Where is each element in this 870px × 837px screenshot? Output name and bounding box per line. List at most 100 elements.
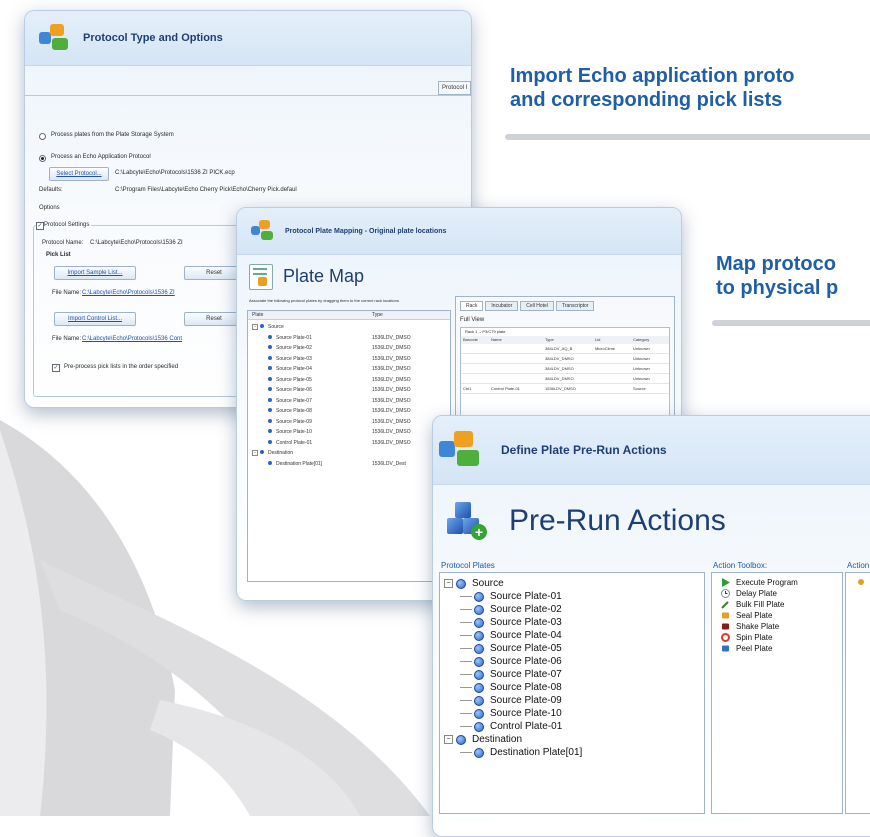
rack-grid-row[interactable]: 384LDV_DMSO Unknown [461, 365, 669, 374]
plate-node-icon [456, 734, 466, 745]
import-sample-list-button[interactable]: Import Sample List... [54, 266, 136, 280]
tree-connector [460, 674, 472, 675]
app-logo-icon [39, 24, 71, 52]
plate-name: Source Plate-03 [276, 355, 312, 362]
collapse-toggle-icon[interactable]: − [444, 735, 453, 744]
options-label: Options [39, 205, 60, 211]
window-titlebar: Protocol Type and Options [25, 11, 471, 66]
toolbox-item[interactable]: Delay Plate [720, 588, 777, 599]
plate-type: 1536LDV_DMSO [372, 387, 411, 393]
tree-item-source-plate[interactable]: Source Plate-04 1536LDV_DMSO [248, 365, 450, 373]
select-protocol-button[interactable]: Select Protocol... [49, 167, 109, 181]
expand-toggle-icon[interactable]: − [252, 324, 258, 330]
tree-item-source-plate[interactable]: Source Plate-10 1536LDV_DMSO [248, 428, 450, 436]
tree-item-source-plate[interactable]: Source Plate-07 [460, 668, 562, 681]
toolbox-item[interactable]: Seal Plate [720, 610, 772, 621]
control-file-name-link[interactable]: C:\Labcyte\Echo\Protocols\1536 Cont [82, 336, 182, 342]
reset-control-button[interactable]: Reset [184, 312, 244, 326]
tree-item-source-plate[interactable]: Control Plate-01 1536LDV_DMSO [248, 439, 450, 447]
play-icon [720, 578, 730, 588]
rack-tab[interactable]: Incubator [485, 301, 519, 311]
radio-storage-system[interactable] [39, 133, 46, 140]
tree-item-source-plate[interactable]: Source Plate-02 [460, 603, 562, 616]
rack-grid-cell: Unknown [633, 376, 650, 381]
tree-item-source-plate[interactable]: Source Plate-05 1536LDV_DMSO [248, 376, 450, 384]
rack-tab[interactable]: Transcriptor [555, 301, 595, 311]
toolbox-item[interactable]: Peel Plate [720, 643, 772, 654]
toolbox-item[interactable]: Bulk Fill Plate [720, 599, 784, 610]
tree-item-source-plate[interactable]: Source Plate-03 1536LDV_DMSO [248, 355, 450, 363]
plate-node-icon [456, 578, 466, 589]
tab-protocol[interactable]: Protocol I [438, 81, 471, 95]
plate-node-icon [260, 324, 264, 328]
plate-type: 1536LDV_DMSO [372, 376, 411, 383]
radio-storage-label: Process plates from the Plate Storage Sy… [51, 132, 174, 138]
tree-connector [460, 713, 472, 714]
spin-icon [720, 633, 730, 643]
rack-grid-cell: 1536LDV_DMSO [545, 386, 576, 391]
tree-connector [460, 752, 472, 753]
tree-connector [460, 635, 472, 636]
rack-grid-row[interactable]: Ctrl1 Control Plate-01 1536LDV_DMSO Source [461, 385, 669, 394]
tree-item-source-plate[interactable]: Source Plate-03 [460, 616, 562, 629]
tree-item-source-plate[interactable]: Source Plate-06 1536LDV_DMSO [248, 386, 450, 394]
rack-grid-row[interactable]: 384LDV_DMSO Unknown [461, 355, 669, 364]
rack-grid-cell: Source [633, 386, 646, 391]
window-title: Define Plate Pre-Run Actions [501, 443, 667, 457]
plate-type: 1536LDV_DMSO [372, 418, 411, 425]
plate-node-icon [268, 418, 272, 423]
tree-item-source-plate[interactable]: Source Plate-10 [460, 707, 562, 720]
seal-icon [720, 611, 730, 621]
toolbox-item[interactable]: Shake Plate [720, 621, 779, 632]
tree-item-label: Source Plate-03 [490, 617, 562, 628]
plate-type: 1536LDV_DMSO [372, 355, 411, 362]
tree-item-source-plate[interactable]: Source Plate-08 1536LDV_DMSO [248, 407, 450, 415]
prerun-heading: Pre-Run Actions [509, 504, 726, 537]
toolbox-item-label: Spin Plate [736, 633, 773, 642]
tree-group-destination[interactable]: − Destination [248, 449, 450, 457]
collapse-toggle-icon[interactable]: − [444, 579, 453, 588]
tree-item-source-plate[interactable]: Source Plate-06 [460, 655, 562, 668]
expand-toggle-icon[interactable]: − [252, 450, 258, 456]
rack-grid-row[interactable]: 384LDV_DMSO Unknown [461, 375, 669, 384]
rack-tab[interactable]: Rack [460, 301, 484, 311]
tree-item-source-plate[interactable]: Source Plate-02 1536LDV_DMSO [248, 344, 450, 352]
action-toolbox-label: Action Toolbox: [713, 561, 768, 570]
tree-item-source-plate[interactable]: Source Plate-01 [460, 590, 562, 603]
rack-grid-cell: MicroClime [595, 346, 615, 351]
plate-node-icon [268, 429, 272, 433]
pick-list-label: Pick List [46, 252, 71, 258]
tree-item-source-plate[interactable]: Control Plate-01 [460, 720, 562, 733]
rack-grid-row[interactable]: 384LDV_AQ_B MicroClime Unknown [461, 345, 669, 354]
tree-group-source[interactable]: − Source [444, 577, 504, 590]
radio-echo-protocol[interactable] [39, 155, 46, 162]
plate-name: Source Plate-05 [276, 376, 312, 383]
tree-item-source-plate[interactable]: Source Plate-04 [460, 629, 562, 642]
tree-item-source-plate[interactable]: Source Plate-09 1536LDV_DMSO [248, 418, 450, 426]
tree-item-source-plate[interactable]: Source Plate-09 [460, 694, 562, 707]
tree-item-source-plate[interactable]: Source Plate-01 1536LDV_DMSO [248, 334, 450, 342]
rack-grid-header: Barcode Name Type Lid Category [461, 336, 669, 344]
toolbox-item[interactable]: Spin Plate [720, 632, 772, 643]
rack-tab[interactable]: Cell Hotel [520, 301, 554, 311]
tree-item-destination-plate[interactable]: Destination Plate[01] 1536LDV_Dest [248, 460, 450, 468]
rack-grid-col-header: Type [545, 337, 554, 342]
import-control-list-button[interactable]: Import Control List... [54, 312, 136, 326]
preprocess-checkbox[interactable]: ✓ [52, 364, 60, 372]
sample-file-name-link[interactable]: C:\Labcyte\Echo\Protocols\1536 ZI [82, 290, 175, 296]
tree-item-source-plate[interactable]: Source Plate-08 [460, 681, 562, 694]
map-caption-underline [712, 320, 870, 326]
plate-name: Source Plate-02 [276, 345, 312, 351]
plate-node-icon [474, 708, 484, 719]
plate-node-icon [474, 604, 484, 615]
reset-sample-button[interactable]: Reset [184, 266, 244, 280]
tree-group-destination[interactable]: − Destination [444, 733, 522, 746]
tree-item-source-plate[interactable]: Source Plate-07 1536LDV_DMSO [248, 397, 450, 405]
preprocess-label: Pre-process pick lists in the order spec… [64, 364, 179, 370]
protocol-settings-checkbox[interactable]: ✓ [36, 222, 44, 230]
tree-item-source-plate[interactable]: Source Plate-05 [460, 642, 562, 655]
toolbox-item-label: Seal Plate [736, 611, 773, 620]
tree-group-source[interactable]: − Source [248, 323, 450, 331]
toolbox-item[interactable]: Execute Program [720, 577, 798, 588]
tree-item-destination-plate[interactable]: Destination Plate[01] [460, 746, 582, 759]
